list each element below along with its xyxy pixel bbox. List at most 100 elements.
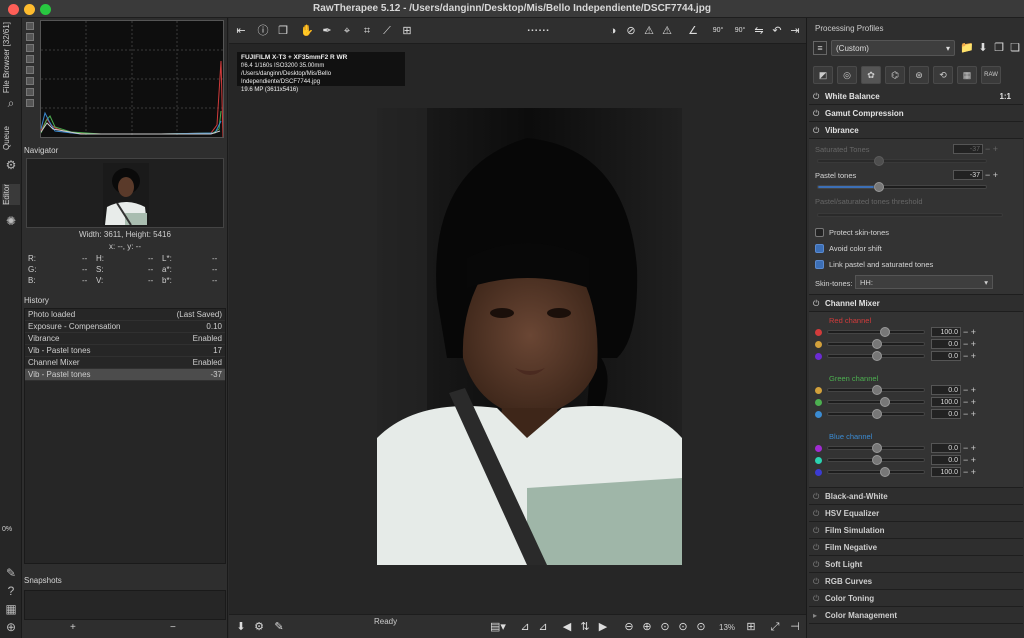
blue-green-value[interactable]: 0.0 [931, 455, 961, 465]
profile-list-icon[interactable]: ≡ [813, 41, 827, 55]
slider-knob[interactable] [872, 443, 882, 453]
avoid-shift-checkbox[interactable] [815, 244, 824, 253]
open-profile-icon[interactable]: 📁 [959, 40, 975, 56]
info-icon[interactable]: ⓘ [255, 23, 271, 39]
pastel-tones-stepper[interactable]: − + [985, 170, 998, 180]
power-icon[interactable]: ⏻ [813, 295, 819, 312]
tab-transform-icon[interactable]: ⟲ [933, 66, 953, 84]
history-row[interactable]: Photo loaded (Last Saved) [25, 309, 225, 321]
histogram-raw-toggle[interactable] [26, 77, 34, 85]
tab-file-browser[interactable]: File Browser [32/61] [2, 22, 20, 93]
white-balance-picker-icon[interactable]: ✒ [319, 23, 335, 39]
copy-profile-icon[interactable]: ❐ [991, 40, 1007, 56]
slider-knob[interactable] [872, 409, 882, 419]
blue-green-slider[interactable] [827, 455, 925, 465]
red-blue-value[interactable]: 0.0 [931, 351, 961, 361]
hide-left-panel-icon[interactable]: ⇤ [233, 23, 249, 39]
aperture-icon[interactable]: ✺ [4, 214, 18, 228]
navigator-thumbnail[interactable] [103, 163, 149, 225]
queue-icon[interactable]: ⚙ [251, 619, 267, 635]
flip-icon[interactable]: ⇋ [751, 23, 767, 39]
power-icon[interactable]: ⏻ [813, 573, 819, 590]
history-row[interactable]: Vib - Pastel tones 17 [25, 345, 225, 357]
hsv-equalizer-header[interactable]: ⏻ HSV Equalizer [809, 505, 1023, 522]
zoom-in-icon[interactable]: ⊕ [639, 619, 655, 635]
green-green-stepper[interactable]: − + [963, 397, 976, 407]
add-snapshot-button[interactable]: + [70, 622, 76, 633]
tab-queue[interactable]: Queue [2, 126, 20, 150]
rgb-curves-header[interactable]: ⏻ RGB Curves [809, 573, 1023, 590]
main-preview-image[interactable] [377, 108, 682, 565]
preview-channel-buttons[interactable]: ▪ ▪ ▪ ▪ ▪ ▪ [513, 23, 563, 39]
color-picker-tool-icon[interactable]: ⌖ [339, 23, 355, 39]
history-row-selected[interactable]: Vib - Pastel tones -37 [25, 369, 225, 381]
search-icon[interactable]: ⌕ [4, 96, 18, 110]
red-blue-slider[interactable] [827, 351, 925, 361]
histogram-bar-toggle[interactable] [26, 88, 34, 96]
remove-snapshot-button[interactable]: − [170, 622, 176, 633]
perspective-icon[interactable]: ⊞ [399, 23, 415, 39]
warning-icon[interactable]: ⚠ [641, 23, 657, 39]
expand-arrow-icon[interactable]: ▸ [813, 607, 817, 624]
tab-color-icon[interactable]: ✿ [861, 66, 881, 84]
pastel-tones-value[interactable]: -37 [953, 170, 983, 180]
blue-blue-stepper[interactable]: − + [963, 467, 976, 477]
next-image-icon[interactable]: ▶ [595, 619, 611, 635]
green-blue-value[interactable]: 0.0 [931, 409, 961, 419]
histogram-green-toggle[interactable] [26, 33, 34, 41]
save-icon[interactable]: ⬇ [233, 619, 249, 635]
tab-local-icon[interactable]: ⊛ [909, 66, 929, 84]
vibrance-header[interactable]: ⏻ Vibrance [809, 122, 1023, 139]
highlight-clipping-icon[interactable]: ⊘ [623, 23, 639, 39]
blue-green-stepper[interactable]: − + [963, 455, 976, 465]
red-red-value[interactable]: 100.0 [931, 327, 961, 337]
slider-knob[interactable] [880, 327, 890, 337]
green-blue-stepper[interactable]: − + [963, 409, 976, 419]
power-icon[interactable]: ⏻ [813, 590, 819, 607]
color-management-header[interactable]: ▸ Color Management [809, 607, 1023, 624]
snapshots-list[interactable] [24, 590, 226, 620]
power-icon[interactable]: ⏻ [813, 122, 819, 139]
history-row[interactable]: Channel Mixer Enabled [25, 357, 225, 369]
zoom-fit-icon[interactable]: ⊙ [675, 619, 691, 635]
tab-details-icon[interactable]: ◎ [837, 66, 857, 84]
red-green-value[interactable]: 0.0 [931, 339, 961, 349]
blue-blue-value[interactable]: 100.0 [931, 467, 961, 477]
paste-profile-icon[interactable]: ❏ [1007, 40, 1023, 56]
sync-icon[interactable]: ⇅ [577, 619, 593, 635]
gears-icon[interactable]: ⚙ [4, 158, 18, 172]
green-green-slider[interactable] [827, 397, 925, 407]
red-green-slider[interactable] [827, 339, 925, 349]
black-and-white-header[interactable]: ⏻ Black-and-White [809, 488, 1023, 505]
curve-icon[interactable]: ∠ [685, 23, 701, 39]
crop-icon[interactable]: ⌗ [359, 23, 375, 39]
color-toning-header[interactable]: ⏻ Color Toning [809, 590, 1023, 607]
fullscreen-icon[interactable]: ⤢ [767, 619, 783, 635]
history-row[interactable]: Vibrance Enabled [25, 333, 225, 345]
new-detail-window-icon[interactable]: ⊞ [743, 619, 759, 635]
slider-knob[interactable] [880, 467, 890, 477]
slider-knob[interactable] [872, 455, 882, 465]
skin-tones-curve-select[interactable]: HH: ▾ [855, 275, 993, 289]
link-tones-checkbox[interactable] [815, 260, 824, 269]
help-icon[interactable]: ? [4, 584, 18, 598]
soft-light-header[interactable]: ⏻ Soft Light [809, 556, 1023, 573]
tab-metadata[interactable]: RAW [981, 66, 1001, 84]
display-mode-dropdown[interactable]: ▤▾ [485, 619, 511, 635]
shadow-warning-icon[interactable]: ⚠ [659, 23, 675, 39]
film-simulation-header[interactable]: ⏻ Film Simulation [809, 522, 1023, 539]
power-icon[interactable]: ⏻ [813, 505, 819, 522]
slider-knob[interactable] [872, 385, 882, 395]
tab-exposure-icon[interactable]: ◩ [813, 66, 833, 84]
histogram-chroma-toggle[interactable] [26, 66, 34, 74]
green-blue-slider[interactable] [827, 409, 925, 419]
green-green-value[interactable]: 100.0 [931, 397, 961, 407]
zoom-fit-crop-icon[interactable]: ⊙ [693, 619, 709, 635]
rotate-right-button[interactable]: 90° [729, 23, 751, 39]
color-picker-icon[interactable]: ✎ [4, 566, 18, 580]
navigator-preview[interactable] [26, 158, 224, 228]
tab-advanced-icon[interactable]: ⌬ [885, 66, 905, 84]
previous-image-icon[interactable]: ◀ [559, 619, 575, 635]
power-icon[interactable]: ⏻ [813, 88, 819, 105]
rotate-left-button[interactable]: 90° [707, 23, 729, 39]
